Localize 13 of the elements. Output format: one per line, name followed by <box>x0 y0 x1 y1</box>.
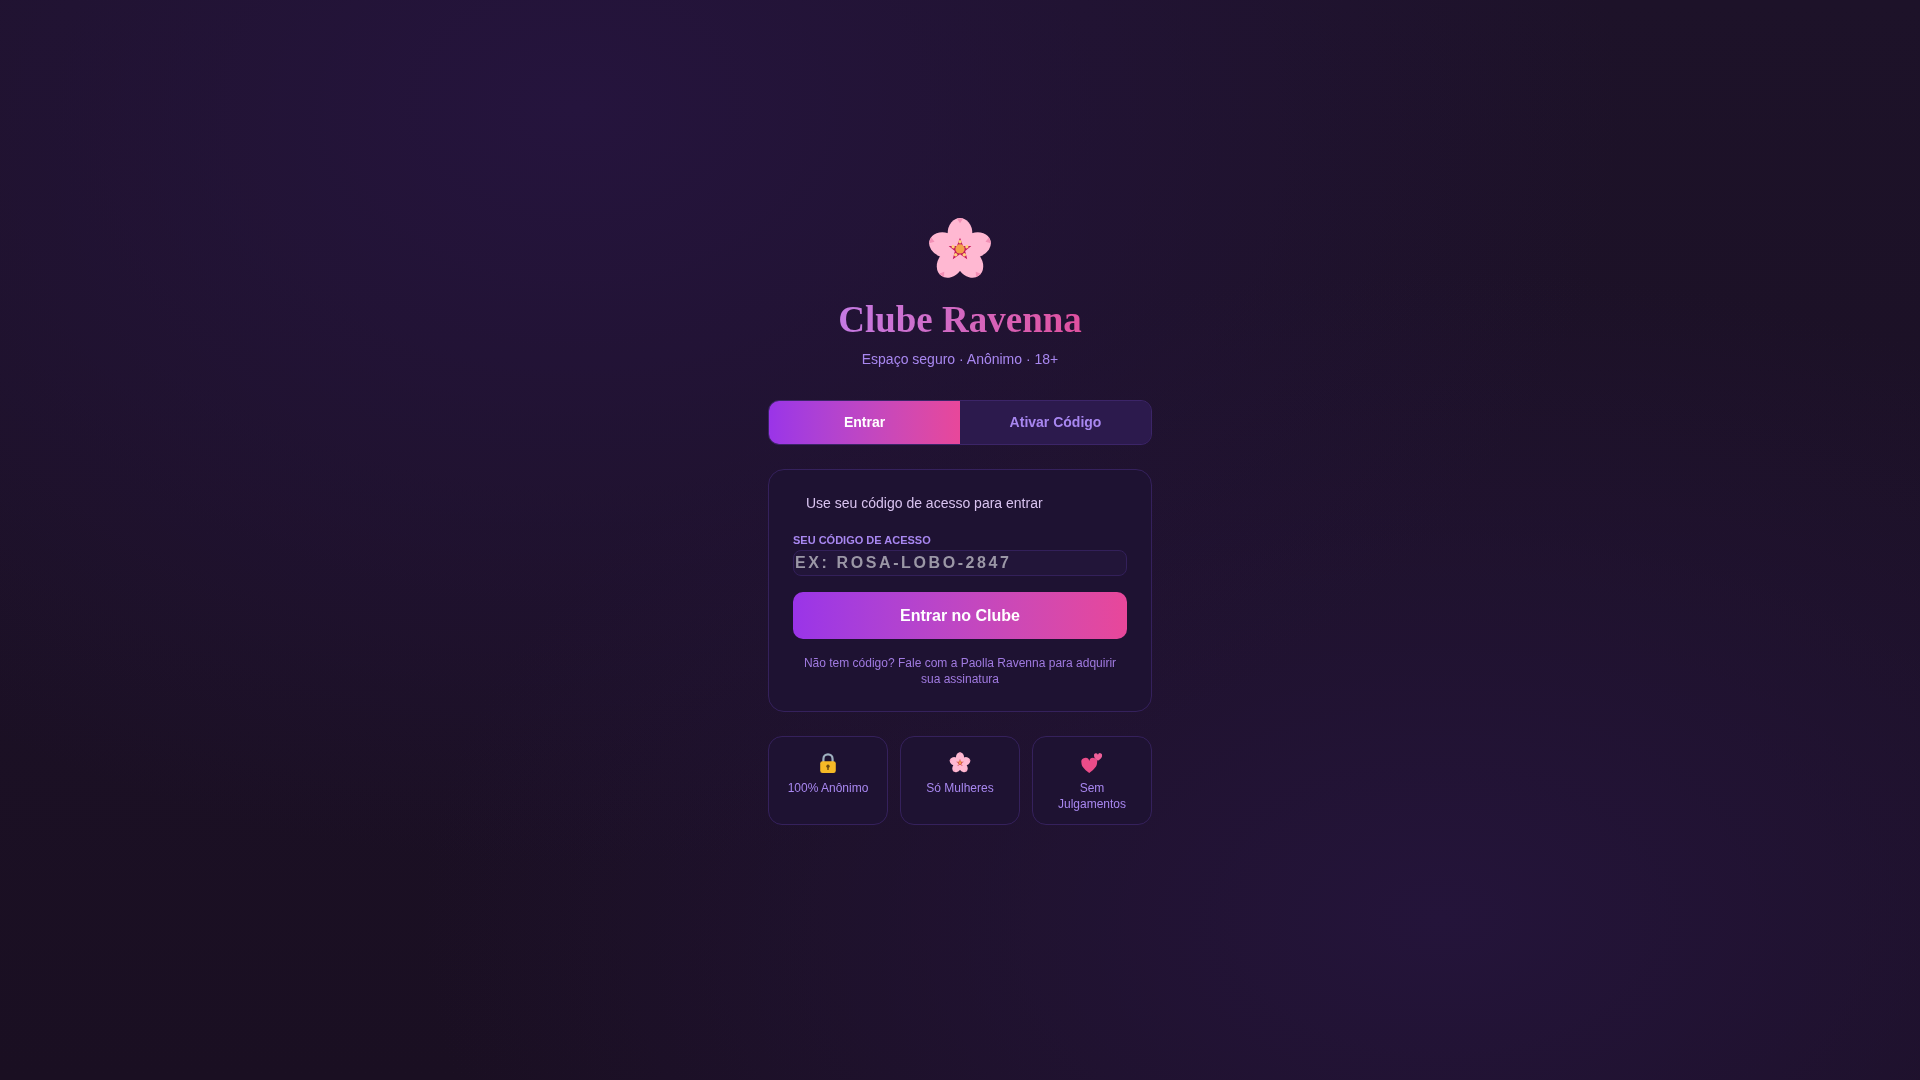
flower-icon <box>949 752 971 774</box>
help-text: Não tem código? Fale com a Paolla Ravenna para adquirir sua assinatura <box>802 655 1118 687</box>
tagline: Espaço seguro · Anônimo · 18+ <box>861 350 1059 369</box>
tab[interactable]: Entrar <box>769 401 960 444</box>
intro-text: Use seu código de acesso para entrar <box>805 494 1044 513</box>
feature-label: Sem Julgamentos <box>1056 780 1127 812</box>
hearts-icon <box>1081 752 1103 774</box>
submit-button[interactable]: Entrar no Clube <box>793 592 1127 639</box>
access-code-field[interactable]: EX: ROSA-LOBO-2847 <box>793 550 1127 576</box>
feature-label: Só Mulheres <box>926 780 994 796</box>
field-label: SEU CÓDIGO DE ACESSO <box>793 533 932 547</box>
lock-icon <box>817 752 839 774</box>
feature-label: 100% Anônimo <box>787 780 869 796</box>
